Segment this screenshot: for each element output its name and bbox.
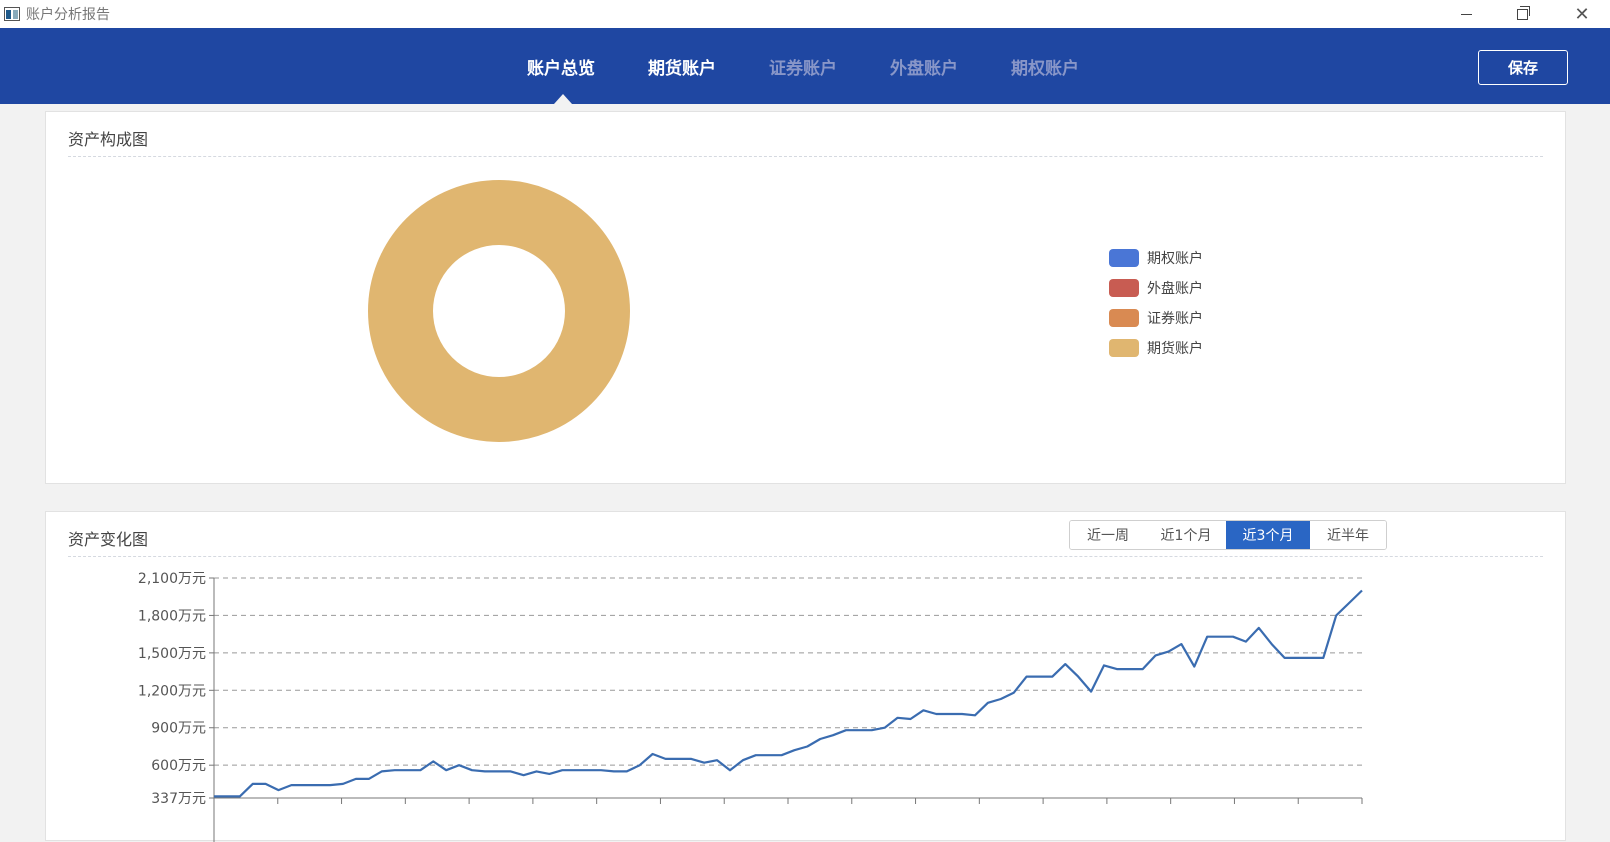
top-nav: 账户总览 期货账户 证券账户 外盘账户 期权账户 保存 [0, 28, 1610, 104]
y-tick-label: 337万元 [151, 791, 206, 807]
y-tick-label: 600万元 [151, 758, 206, 774]
active-tab-caret [554, 94, 572, 104]
minimize-icon [1460, 13, 1472, 15]
legend-swatch [1109, 249, 1139, 267]
save-button[interactable]: 保存 [1478, 50, 1568, 85]
legend-swatch [1109, 309, 1139, 327]
legend-item-foreign[interactable]: 外盘账户 [1109, 273, 1203, 303]
donut-slice-3[interactable] [368, 180, 630, 442]
change-panel: 资产变化图 近一周 近1个月 近3个月 近半年 337万元 600万元 900万元 1… [45, 511, 1566, 842]
legend-label: 证券账户 [1147, 311, 1203, 327]
donut-chart [368, 180, 630, 442]
y-tick-label: 2,100万元 [138, 571, 206, 587]
legend-swatch [1109, 279, 1139, 297]
line-chart: 337万元 600万元 900万元 1,200万元 1,500万元 1,800万元 2,10… [138, 571, 1363, 842]
minimize-button[interactable] [1438, 0, 1494, 28]
tab-overview[interactable]: 账户总览 [527, 54, 595, 79]
close-icon: ✕ [1574, 3, 1590, 25]
composition-legend: 期权账户 外盘账户 证券账户 期货账户 [1109, 243, 1203, 363]
nav-tabs: 账户总览 期货账户 证券账户 外盘账户 期权账户 [0, 28, 1610, 104]
legend-item-options[interactable]: 期权账户 [1109, 243, 1203, 273]
app-icon [4, 7, 20, 21]
y-tick-label: 1,800万元 [138, 608, 206, 624]
legend-swatch [1109, 339, 1139, 357]
close-button[interactable]: ✕ [1554, 0, 1610, 28]
tab-futures[interactable]: 期货账户 [648, 54, 716, 79]
tab-foreign[interactable]: 外盘账户 [890, 54, 958, 79]
legend-label: 期货账户 [1147, 341, 1203, 357]
legend-label: 期权账户 [1147, 251, 1203, 267]
tab-securities[interactable]: 证券账户 [769, 54, 837, 79]
legend-item-futures[interactable]: 期货账户 [1109, 333, 1203, 363]
y-tick-label: 1,200万元 [138, 683, 206, 699]
legend-label: 外盘账户 [1147, 281, 1203, 297]
restore-icon [1516, 5, 1530, 20]
title-bar: 账户分析报告 ✕ [0, 0, 1610, 28]
restore-button[interactable] [1494, 0, 1550, 28]
y-tick-label: 1,500万元 [138, 646, 206, 662]
legend-item-securities[interactable]: 证券账户 [1109, 303, 1203, 333]
composition-panel: 资产构成图 期权账户 外盘账户 证券账户 期货账户 [45, 111, 1566, 484]
tab-options[interactable]: 期权账户 [1011, 54, 1079, 79]
window-title: 账户分析报告 [26, 7, 110, 23]
y-tick-label: 900万元 [151, 721, 206, 737]
